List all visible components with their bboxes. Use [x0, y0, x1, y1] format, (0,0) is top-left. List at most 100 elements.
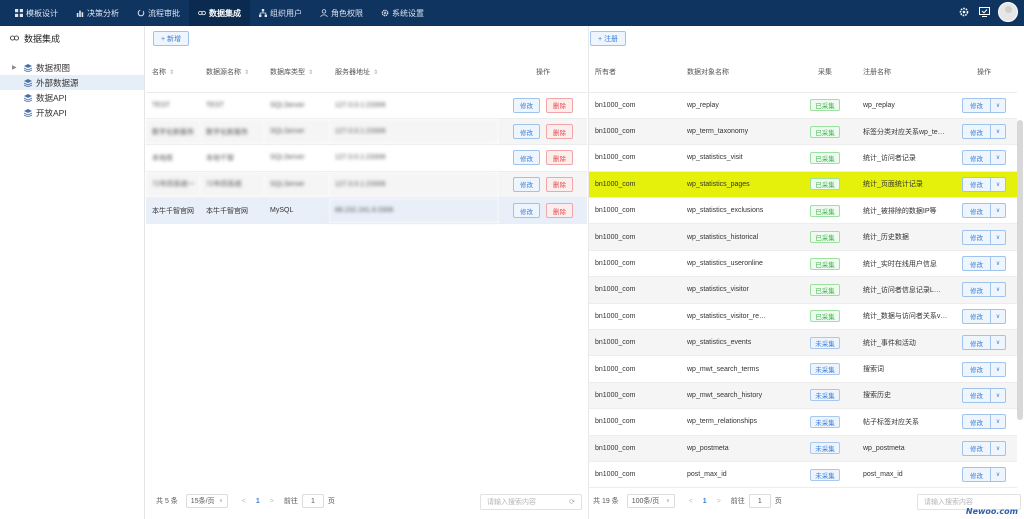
pagination: 共 5 条 15条/页 ∨ < 1 > 前往 1 页: [156, 494, 335, 508]
table-row[interactable]: bn1000_com wp_postmeta 未采集 wp_postmeta 修改 ∨: [589, 435, 1017, 462]
page-size-select[interactable]: 15条/页 ∨: [185, 494, 228, 508]
chevron-down-icon[interactable]: ∨: [991, 310, 1005, 323]
table-row[interactable]: bn1000_com wp_statistics_events 未采集 统计_事件和活…: [589, 329, 1017, 357]
chevron-down-icon[interactable]: ∨: [991, 125, 1005, 138]
edit-button[interactable]: 修改: [963, 151, 991, 165]
col-db-type[interactable]: 数据库类型 ⇕: [264, 52, 329, 93]
edit-button[interactable]: 修改: [963, 336, 991, 350]
table-row[interactable]: bn1000_com wp_statistics_useronline 已采集 统计_…: [589, 250, 1017, 278]
delete-button[interactable]: 删除: [546, 176, 573, 192]
page-number[interactable]: 1: [256, 498, 260, 505]
table-row[interactable]: bn1000_com wp_mwt_search_terms 未采集 搜索词 修改 ∨: [589, 355, 1017, 383]
table-row[interactable]: bn1000_com wp_statistics_visitor_re… 已采集 统计…: [589, 303, 1017, 331]
chevron-down-icon[interactable]: ∨: [991, 257, 1005, 270]
edit-button[interactable]: 修改: [513, 124, 540, 140]
next-page-icon[interactable]: >: [270, 498, 274, 505]
goto-input[interactable]: 1: [301, 494, 324, 508]
bar-chart-icon: [76, 10, 84, 17]
register-button[interactable]: + 注册: [590, 31, 627, 46]
nav-data-integration[interactable]: 数据集成: [189, 0, 250, 26]
table-row[interactable]: bn1000_com wp_statistics_visit 已采集 统计_访问者记录…: [589, 144, 1017, 172]
edit-button[interactable]: 修改: [963, 388, 991, 402]
edit-button[interactable]: 修改: [513, 97, 540, 113]
cell-owner: bn1000_com: [589, 382, 681, 410]
nav-system-settings[interactable]: 系统设置: [372, 0, 433, 26]
col-server-addr[interactable]: 服务器地址 ⇕: [329, 52, 499, 93]
table-row[interactable]: 本地库 本地千智 SQLServer 127.0.0.1:23306 修改 删除: [146, 144, 587, 172]
edit-split-button: 修改 ∨: [962, 150, 1006, 166]
chevron-down-icon[interactable]: ∨: [991, 99, 1005, 112]
edit-button[interactable]: 修改: [963, 257, 991, 271]
table-row[interactable]: bn1000_com wp_mwt_search_history 未采集 搜索历史 修改…: [589, 382, 1017, 410]
table-row[interactable]: 本牛千智官网 本牛千智官网 MySQL 88.232.241.6:3306 修改…: [146, 197, 587, 225]
monitor-check-icon[interactable]: [978, 6, 990, 18]
nav-process-approval[interactable]: 流程审批: [128, 0, 189, 26]
col-actions: 操作: [951, 52, 1017, 93]
add-button[interactable]: + 新增: [153, 31, 190, 46]
chevron-down-icon[interactable]: ∨: [991, 283, 1005, 296]
table-row[interactable]: 数字化新服务 数字化新服务 SQLServer 127.0.0.1:23306 …: [146, 118, 587, 146]
search-input[interactable]: 请输入搜索内容 ⟳: [480, 494, 582, 510]
page-size-select[interactable]: 100条/页 ∨: [626, 494, 675, 508]
edit-button[interactable]: 修改: [513, 203, 540, 219]
chevron-down-icon[interactable]: ∨: [991, 151, 1005, 164]
table-row[interactable]: bn1000_com post_max_id 未采集 post_max_id 修改 ∨: [589, 461, 1017, 489]
sidebar-item-data-api[interactable]: 数据API: [0, 90, 144, 105]
avatar[interactable]: [998, 2, 1018, 22]
nav-template-design[interactable]: 模板设计: [6, 0, 67, 26]
vertical-scrollbar[interactable]: [1017, 120, 1023, 420]
col-source-name[interactable]: 数据源名称 ⇕: [200, 52, 264, 93]
edit-button[interactable]: 修改: [513, 176, 540, 192]
table-row[interactable]: bn1000_com wp_replay 已采集 wp_replay 修改 ∨: [589, 92, 1017, 119]
chevron-down-icon[interactable]: ∨: [991, 178, 1005, 191]
table-row[interactable]: bn1000_com wp_statistics_exclusions 已采集 统计_…: [589, 197, 1017, 225]
table-row[interactable]: TEST TEST SQLServer 127.0.0.1:23306 修改 删除: [146, 92, 587, 119]
col-name[interactable]: 名称 ⇕: [146, 52, 200, 93]
table-row[interactable]: bn1000_com wp_statistics_visitor 已采集 统计_访问者…: [589, 276, 1017, 304]
edit-button[interactable]: 修改: [963, 309, 991, 323]
chevron-down-icon[interactable]: ∨: [991, 468, 1005, 481]
refresh-icon[interactable]: ⟳: [569, 498, 575, 506]
table-row[interactable]: bn1000_com wp_statistics_historical 已采集 统计_…: [589, 223, 1017, 251]
edit-button[interactable]: 修改: [963, 125, 991, 139]
table-row[interactable]: bn1000_com wp_term_relationships 未采集 帖子标签对应…: [589, 408, 1017, 436]
refresh-icon: [137, 9, 145, 17]
goto-input[interactable]: 1: [748, 494, 771, 508]
delete-button[interactable]: 删除: [546, 124, 573, 140]
sidebar-item-data-view[interactable]: ▶ 数据视图: [0, 60, 144, 75]
sidebar-item-external-datasource[interactable]: 外部数据源: [0, 75, 144, 90]
sidebar-item-open-api[interactable]: 开放API: [0, 105, 144, 120]
settings-icon[interactable]: [958, 6, 970, 18]
edit-button[interactable]: 修改: [963, 415, 991, 429]
delete-button[interactable]: 删除: [546, 203, 573, 219]
table-row[interactable]: bn1000_com wp_term_taxonomy 已采集 标签分类对应关系wp_…: [589, 118, 1017, 146]
edit-button[interactable]: 修改: [963, 204, 991, 218]
next-page-icon[interactable]: >: [717, 498, 721, 505]
edit-button[interactable]: 修改: [963, 441, 991, 455]
delete-button[interactable]: 删除: [546, 97, 573, 113]
chevron-down-icon[interactable]: ∨: [991, 204, 1005, 217]
table-row[interactable]: 72年四系统一 72年四系统 SQLServer 127.0.0.1:23306…: [146, 171, 587, 199]
prev-page-icon[interactable]: <: [689, 498, 693, 505]
edit-button[interactable]: 修改: [963, 468, 991, 482]
nav-decision-analysis[interactable]: 决策分析: [67, 0, 128, 26]
chevron-down-icon[interactable]: ∨: [991, 231, 1005, 244]
nav-org-users[interactable]: 组织用户: [250, 0, 311, 26]
prev-page-icon[interactable]: <: [242, 498, 246, 505]
edit-button[interactable]: 修改: [963, 230, 991, 244]
edit-button[interactable]: 修改: [963, 362, 991, 376]
chevron-down-icon[interactable]: ∨: [991, 415, 1005, 428]
table-row[interactable]: bn1000_com wp_statistics_pages 已采集 统计_页面统计记…: [589, 171, 1017, 199]
nav-role-permissions[interactable]: 角色权限: [311, 0, 372, 26]
edit-button[interactable]: 修改: [513, 150, 540, 166]
edit-button[interactable]: 修改: [963, 177, 991, 191]
page-number[interactable]: 1: [703, 498, 707, 505]
chevron-down-icon[interactable]: ∨: [991, 336, 1005, 349]
chevron-down-icon[interactable]: ∨: [991, 442, 1005, 455]
edit-button[interactable]: 修改: [963, 98, 991, 112]
delete-button[interactable]: 删除: [546, 150, 573, 166]
chevron-down-icon[interactable]: ∨: [991, 389, 1005, 402]
chevron-down-icon[interactable]: ∨: [991, 363, 1005, 376]
chevron-right-icon[interactable]: ▶: [12, 64, 17, 71]
edit-button[interactable]: 修改: [963, 283, 991, 297]
